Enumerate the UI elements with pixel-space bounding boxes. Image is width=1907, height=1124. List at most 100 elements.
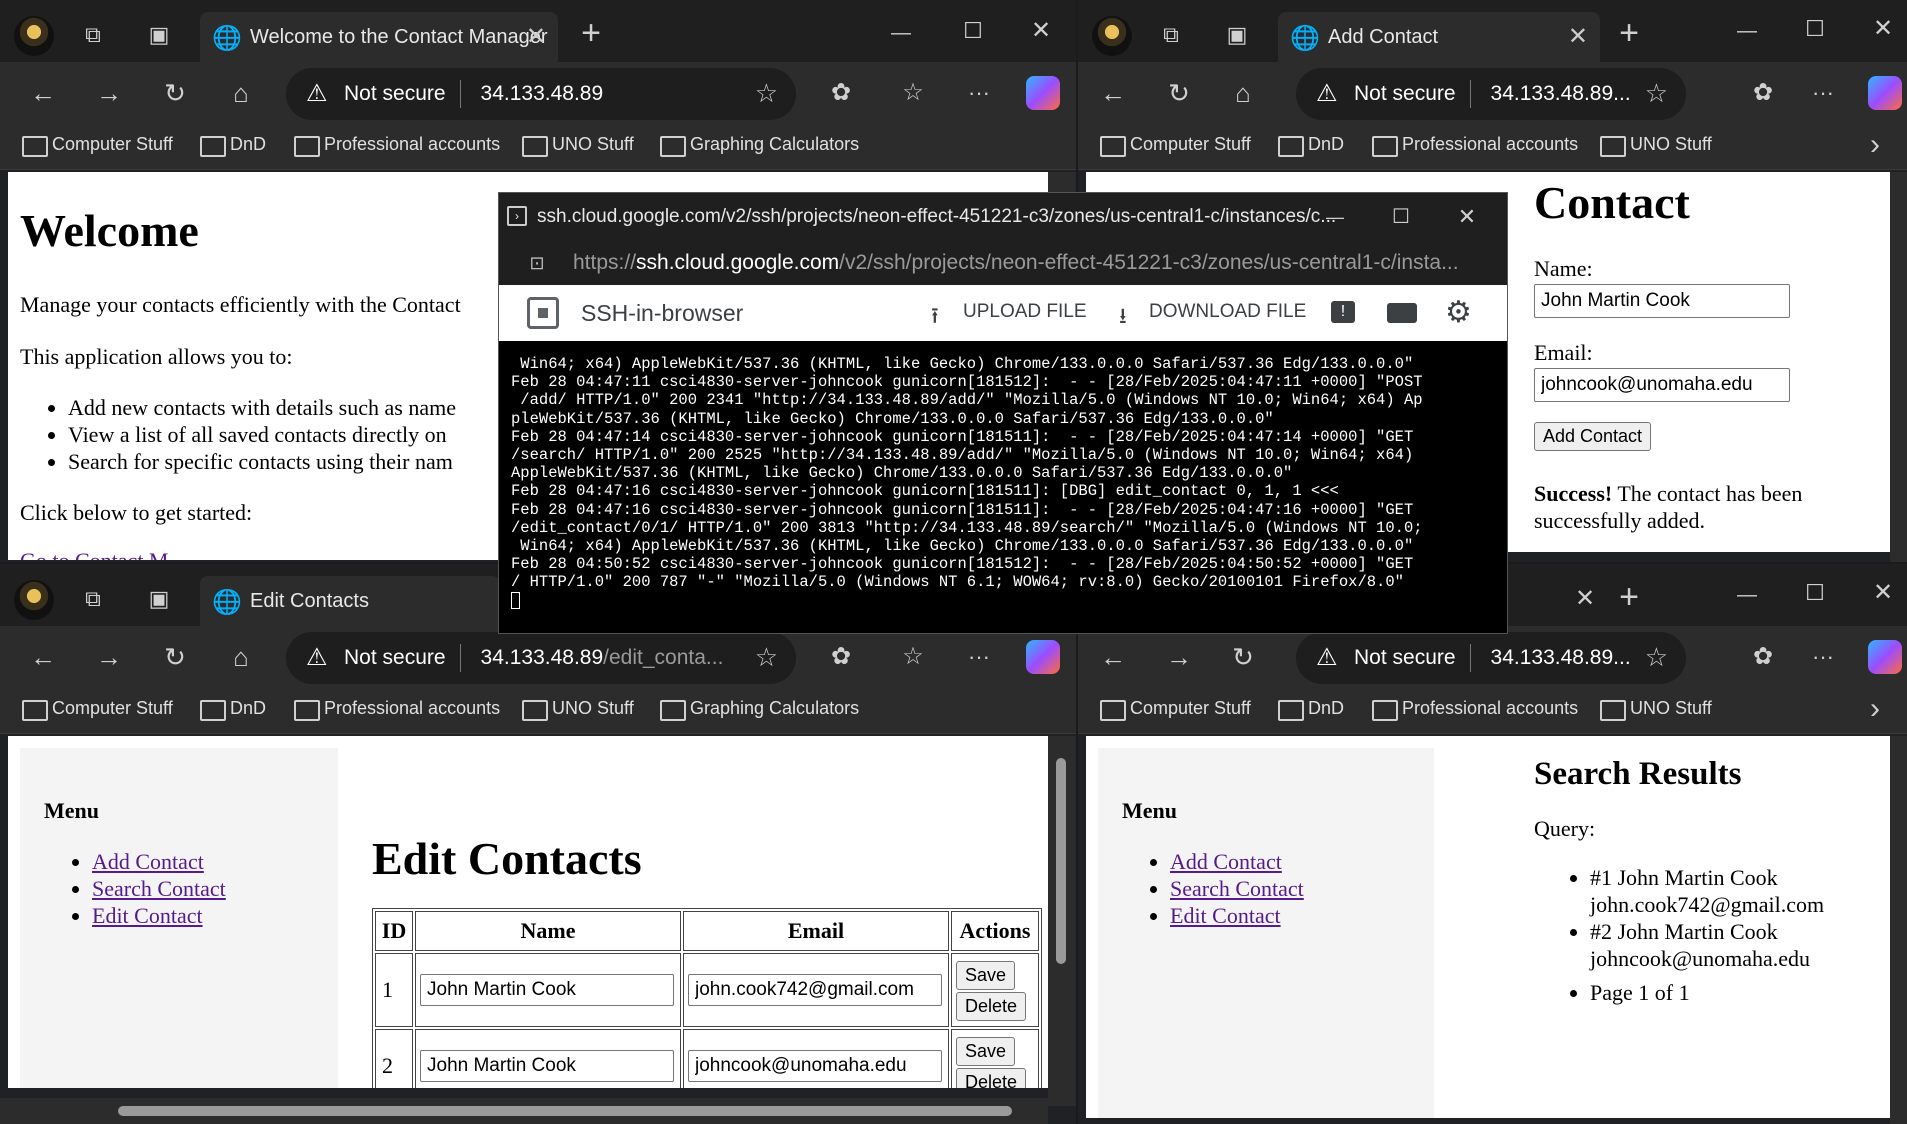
bookmark-folder[interactable]: Computer Stuff — [20, 698, 173, 721]
minimize-icon[interactable]: — — [1321, 203, 1349, 231]
download-icon[interactable]: ⭳ — [1119, 299, 1127, 337]
reload-icon[interactable]: ↻ — [160, 642, 190, 672]
reload-icon[interactable]: ↻ — [1164, 78, 1194, 108]
warning-icon[interactable]: ⚠ — [306, 79, 328, 108]
favorite-star-icon[interactable]: ☆ — [1645, 642, 1668, 673]
extensions-icon[interactable]: ✿ — [826, 78, 856, 108]
extensions-icon[interactable]: ✿ — [826, 642, 856, 672]
scrollbar-thumb[interactable] — [118, 1106, 1012, 1116]
settings-gear-icon[interactable]: ⚙ — [1445, 295, 1472, 330]
bookmark-folder[interactable]: Computer Stuff — [20, 134, 173, 157]
warning-icon[interactable]: ⚠ — [1316, 79, 1338, 108]
close-window-icon[interactable]: ✕ — [1453, 203, 1481, 231]
profile-avatar[interactable] — [1092, 16, 1132, 56]
not-secure-label[interactable]: Not secure — [1354, 82, 1456, 106]
bookmark-folder[interactable]: UNO Stuff — [520, 134, 634, 157]
workspaces-icon[interactable]: ⧉ — [1156, 20, 1186, 50]
copilot-icon[interactable] — [1868, 76, 1902, 110]
tab-actions-icon[interactable]: ▣ — [1222, 20, 1252, 50]
bookmark-folder[interactable]: DnD — [1276, 698, 1344, 721]
tab-add-contact[interactable]: 🌐 Add Contact ✕ — [1278, 12, 1600, 62]
bookmark-folder[interactable]: Professional accounts — [1370, 698, 1578, 721]
extensions-icon[interactable]: ✿ — [1748, 78, 1778, 108]
email-input[interactable] — [688, 1050, 942, 1082]
edit-contact-link[interactable]: Edit Contact — [1170, 903, 1281, 928]
forward-icon[interactable]: → — [94, 642, 124, 672]
bookmark-folder[interactable]: DnD — [1276, 134, 1344, 157]
new-tab-icon[interactable]: + — [576, 16, 606, 50]
close-tab-icon[interactable]: ✕ — [1568, 22, 1588, 51]
back-icon[interactable]: ← — [28, 642, 58, 672]
add-contact-link[interactable]: Add Contact — [92, 849, 204, 874]
bookmark-folder[interactable]: Graphing Calculators — [658, 134, 859, 157]
delete-button[interactable]: Delete — [956, 992, 1027, 1021]
favorites-icon[interactable]: ☆ — [898, 642, 928, 672]
email-input[interactable] — [688, 974, 942, 1006]
scrollbar[interactable] — [1890, 172, 1907, 562]
new-tab-icon[interactable]: + — [1614, 580, 1644, 614]
not-secure-label[interactable]: Not secure — [344, 646, 446, 670]
email-input[interactable] — [1534, 368, 1790, 402]
back-icon[interactable]: ← — [1098, 642, 1128, 672]
name-input[interactable] — [1534, 284, 1790, 318]
back-icon[interactable]: ← — [1098, 78, 1128, 108]
minimize-icon[interactable]: — — [1732, 580, 1762, 610]
workspaces-icon[interactable]: ⧉ — [78, 20, 108, 50]
maximize-icon[interactable]: ☐ — [1800, 14, 1830, 44]
scrollbar-thumb[interactable] — [1056, 758, 1066, 964]
bookmark-folder[interactable]: UNO Stuff — [1598, 134, 1712, 157]
download-file-button[interactable]: DOWNLOAD FILE — [1149, 301, 1306, 323]
save-button[interactable]: Save — [956, 961, 1016, 990]
chevron-right-icon[interactable]: › — [1860, 130, 1890, 160]
chevron-right-icon[interactable]: › — [1860, 694, 1890, 724]
name-input[interactable] — [420, 1050, 674, 1082]
address-bar[interactable]: ⚠ Not secure 34.133.48.89... ☆ — [1296, 68, 1686, 120]
home-icon[interactable]: ⌂ — [226, 642, 256, 672]
more-icon[interactable]: ··· — [1808, 642, 1838, 672]
search-contact-link[interactable]: Search Contact — [1170, 876, 1304, 901]
upload-file-button[interactable]: UPLOAD FILE — [963, 301, 1087, 323]
bookmark-folder[interactable]: Graphing Calculators — [658, 698, 859, 721]
bookmark-folder[interactable]: UNO Stuff — [520, 698, 634, 721]
close-window-icon[interactable]: ✕ — [1868, 14, 1898, 44]
favorites-icon[interactable]: ☆ — [898, 78, 928, 108]
bookmark-folder[interactable]: DnD — [198, 134, 266, 157]
minimize-icon[interactable]: — — [1732, 16, 1762, 46]
address-bar[interactable]: ⚠ Not secure 34.133.48.89... ☆ — [1296, 632, 1686, 684]
bookmark-folder[interactable]: Professional accounts — [1370, 134, 1578, 157]
copilot-icon[interactable] — [1026, 640, 1060, 674]
profile-avatar[interactable] — [14, 580, 54, 620]
add-contact-button[interactable]: Add Contact — [1534, 422, 1652, 451]
delete-button[interactable]: Delete — [956, 1068, 1027, 1088]
search-contact-link[interactable]: Search Contact — [92, 876, 226, 901]
close-tab-icon[interactable]: ✕ — [526, 22, 546, 51]
address-bar[interactable]: ⚠ Not secure 34.133.48.89/edit_conta... … — [286, 632, 796, 684]
bookmark-folder[interactable]: Computer Stuff — [1098, 698, 1251, 721]
bookmark-folder[interactable]: UNO Stuff — [1598, 698, 1712, 721]
not-secure-label[interactable]: Not secure — [344, 82, 446, 106]
vertical-scrollbar[interactable] — [1048, 736, 1076, 1106]
maximize-icon[interactable]: ☐ — [958, 16, 988, 46]
back-icon[interactable]: ← — [28, 78, 58, 108]
close-tab-icon[interactable]: ✕ — [1570, 584, 1600, 614]
bookmark-folder[interactable]: Computer Stuff — [1098, 134, 1251, 157]
bookmark-folder[interactable]: DnD — [198, 698, 266, 721]
forward-icon[interactable]: → — [1164, 642, 1194, 672]
horizontal-scrollbar[interactable] — [0, 1098, 1048, 1124]
favorite-star-icon[interactable]: ☆ — [755, 78, 778, 109]
get-started-link[interactable]: Go to Contact M — [20, 548, 169, 560]
favorite-star-icon[interactable]: ☆ — [1645, 78, 1668, 109]
forward-icon[interactable]: → — [94, 78, 124, 108]
tab-edit-contacts[interactable]: 🌐 Edit Contacts — [200, 576, 500, 626]
copilot-icon[interactable] — [1026, 76, 1060, 110]
more-icon[interactable]: ··· — [964, 78, 994, 108]
vertical-scrollbar[interactable] — [1890, 736, 1907, 1124]
address-bar[interactable]: ⚠ Not secure 34.133.48.89 ☆ — [286, 68, 796, 120]
warning-icon[interactable]: ⚠ — [1316, 643, 1338, 672]
tab-actions-icon[interactable]: ▣ — [144, 584, 174, 614]
close-window-icon[interactable]: ✕ — [1868, 578, 1898, 608]
home-icon[interactable]: ⌂ — [226, 78, 256, 108]
tab-actions-icon[interactable]: ▣ — [144, 20, 174, 50]
more-icon[interactable]: ··· — [964, 642, 994, 672]
name-input[interactable] — [420, 974, 674, 1006]
